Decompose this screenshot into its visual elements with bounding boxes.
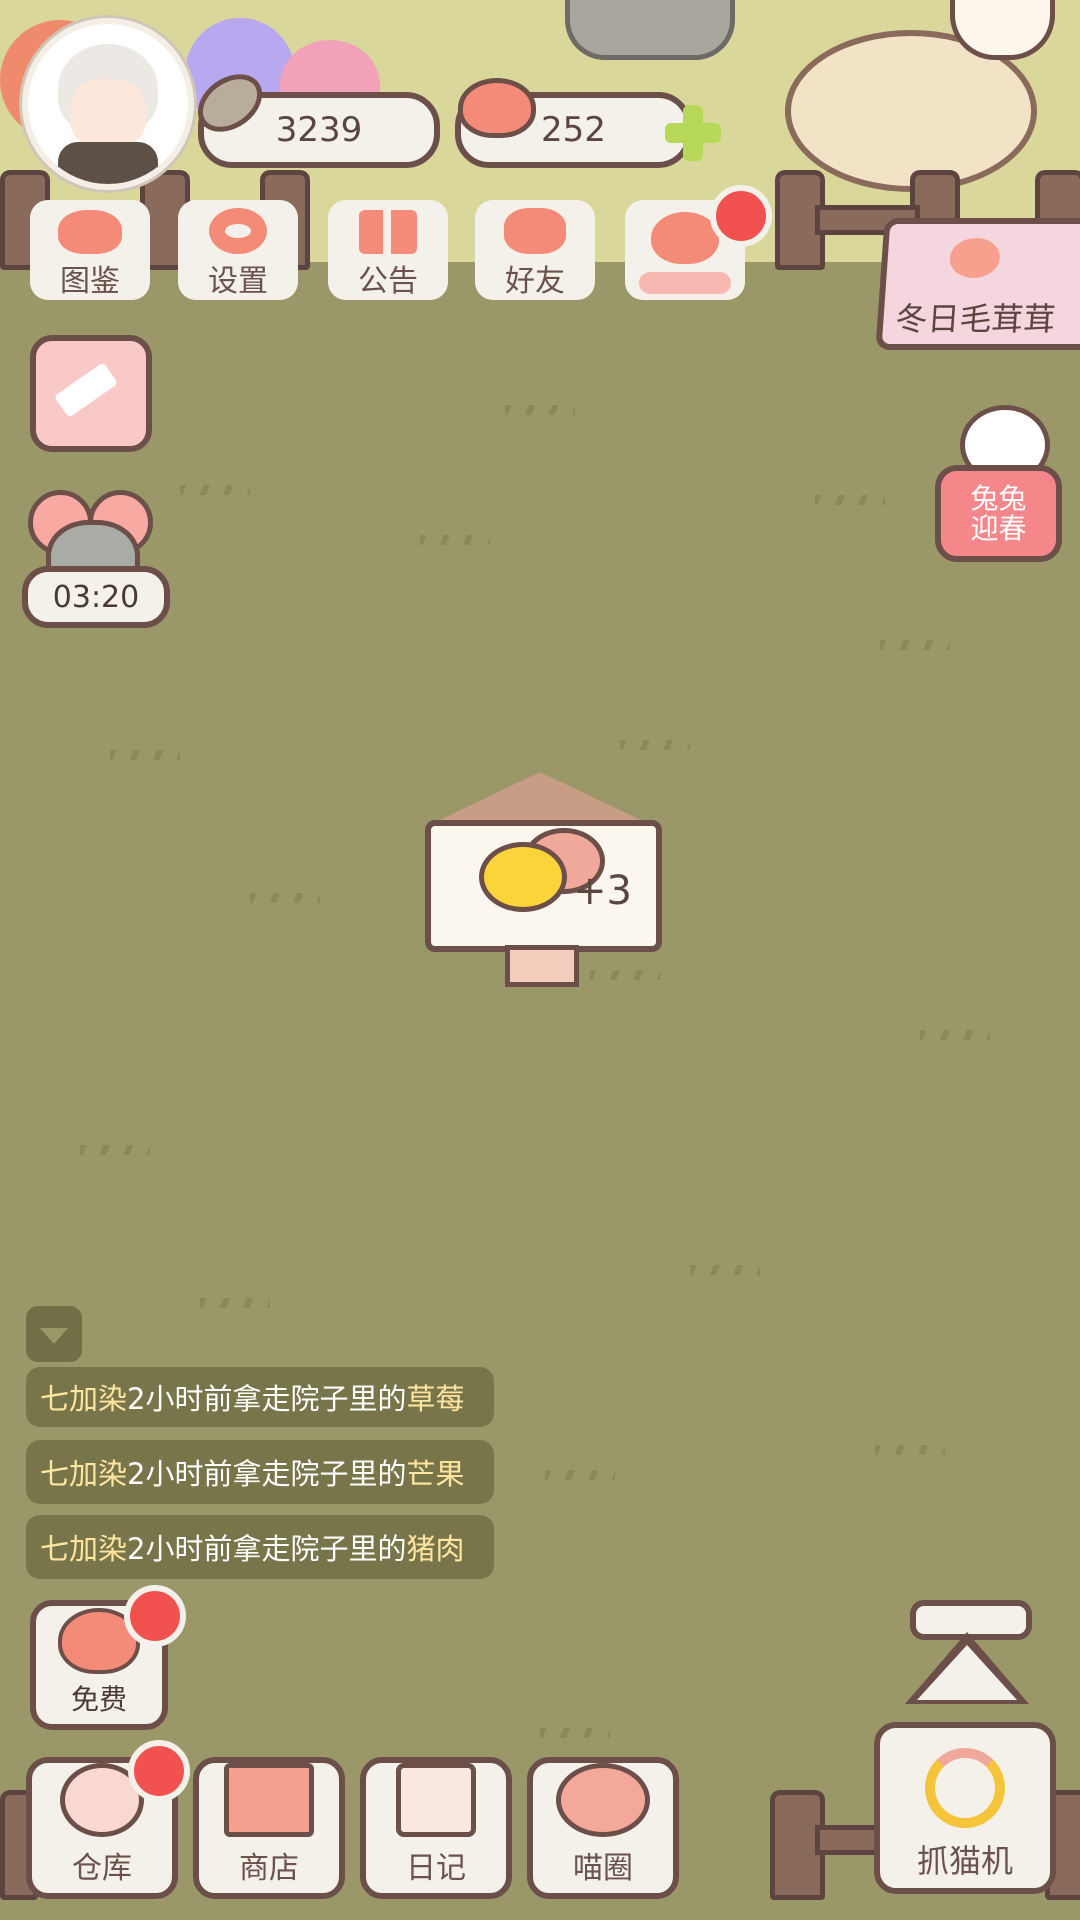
grass-mark (110, 750, 180, 760)
message-user: 七加染 (40, 1457, 128, 1491)
message-item: 猪肉 (406, 1532, 465, 1566)
fish-currency-value: 3239 (275, 110, 363, 150)
grass-mark (505, 405, 575, 415)
nav-diary[interactable]: 日记 (360, 1757, 512, 1899)
menu-label: 公告 (358, 264, 418, 299)
grass-mark (80, 1145, 150, 1155)
avatar-body (58, 142, 158, 184)
menu-collection[interactable]: 图鉴 (30, 200, 150, 300)
avatar-face (70, 79, 146, 149)
rabbit-event-label: 兔兔 迎春 (970, 481, 1027, 545)
shop-icon (224, 1763, 314, 1837)
heart-currency-value: 252 (541, 110, 606, 150)
diary-icon (396, 1763, 476, 1837)
mouse-timer: 03:20 (22, 566, 170, 628)
message-text: 2小时前拿走院子里的 (127, 1532, 407, 1566)
grass-mark (620, 740, 690, 750)
dog-house[interactable]: +3 (405, 750, 675, 987)
timer-text: 03:20 (52, 579, 140, 615)
notification-badge (128, 1740, 190, 1802)
plus-icon (665, 123, 721, 143)
message-user: 七加染 (40, 1532, 128, 1566)
pencil-icon (53, 362, 119, 418)
grass-mark (545, 1470, 615, 1480)
nav-label: 喵圈 (573, 1851, 633, 1886)
paw-icon (948, 238, 1002, 278)
dog-count: +3 (573, 868, 632, 914)
rabbit-event-button[interactable]: 兔兔 迎春 (935, 405, 1062, 562)
player-avatar[interactable] (22, 18, 194, 190)
message-item: 草莓 (406, 1382, 465, 1416)
grass-mark (690, 1265, 760, 1275)
nav-shop[interactable]: 商店 (193, 1757, 345, 1899)
gift-icon (359, 210, 417, 254)
grass-mark (420, 535, 490, 545)
message-row: 七加染 2小时前拿走院子里的 草莓 (26, 1367, 494, 1427)
dog-house-stand (505, 945, 579, 987)
menu-label: 图鉴 (60, 264, 120, 299)
nav-label: 商店 (239, 1851, 299, 1886)
claw-icon (925, 1748, 1005, 1828)
claw-machine-cone-inner (917, 1645, 1017, 1700)
hearts-icon (651, 212, 719, 264)
add-heart-button[interactable] (665, 105, 721, 161)
menu-label: 好友 (505, 264, 565, 299)
grass-mark (880, 640, 950, 650)
free-label: 免费 (70, 1683, 127, 1716)
message-user: 七加染 (40, 1382, 128, 1416)
grass-mark (815, 495, 885, 505)
cat-planet-icon (556, 1763, 650, 1837)
calendar-button[interactable] (30, 335, 152, 452)
message-row: 七加染 2小时前拿走院子里的 芒果 (26, 1440, 494, 1504)
menu-announcement[interactable]: 公告 (328, 200, 448, 300)
menu-label: 设置 (208, 264, 268, 299)
message-text: 2小时前拿走院子里的 (127, 1457, 407, 1491)
menu-friends[interactable]: 好友 (475, 200, 595, 300)
event-banner-label: 冬日毛茸茸 (894, 300, 1057, 338)
claw-machine-label: 抓猫机 (916, 1842, 1013, 1880)
event-banner[interactable]: 冬日毛茸茸 (875, 218, 1080, 350)
nav-label: 仓库 (72, 1851, 132, 1886)
claw-machine-button[interactable]: 抓猫机 (874, 1722, 1056, 1894)
chevron-down-icon (40, 1328, 68, 1344)
grass-mark (180, 485, 250, 495)
menu-settings[interactable]: 设置 (178, 200, 298, 300)
grass-mark (875, 1445, 945, 1455)
yellow-dog-icon (479, 842, 567, 912)
cat-face-icon (58, 210, 122, 254)
grass-mark (920, 1030, 990, 1040)
gear-icon (209, 208, 267, 254)
grass-mark (540, 1728, 610, 1738)
grass-mark (250, 893, 320, 903)
notification-badge (124, 1585, 186, 1647)
message-text: 2小时前拿走院子里的 (127, 1382, 407, 1416)
nav-label: 日记 (406, 1851, 466, 1886)
collapse-messages-button[interactable] (26, 1306, 82, 1362)
heart-icon (458, 78, 536, 138)
notification-badge (710, 185, 772, 247)
rock (565, 0, 735, 60)
menu-progress-bar (639, 272, 731, 294)
message-item: 芒果 (406, 1457, 465, 1491)
message-row: 七加染 2小时前拿走院子里的 猪肉 (26, 1515, 494, 1579)
nav-cat-circle[interactable]: 喵圈 (527, 1757, 679, 1899)
grass-mark (200, 1298, 270, 1308)
dog-house-roof (425, 772, 655, 827)
friends-icon (504, 208, 566, 254)
